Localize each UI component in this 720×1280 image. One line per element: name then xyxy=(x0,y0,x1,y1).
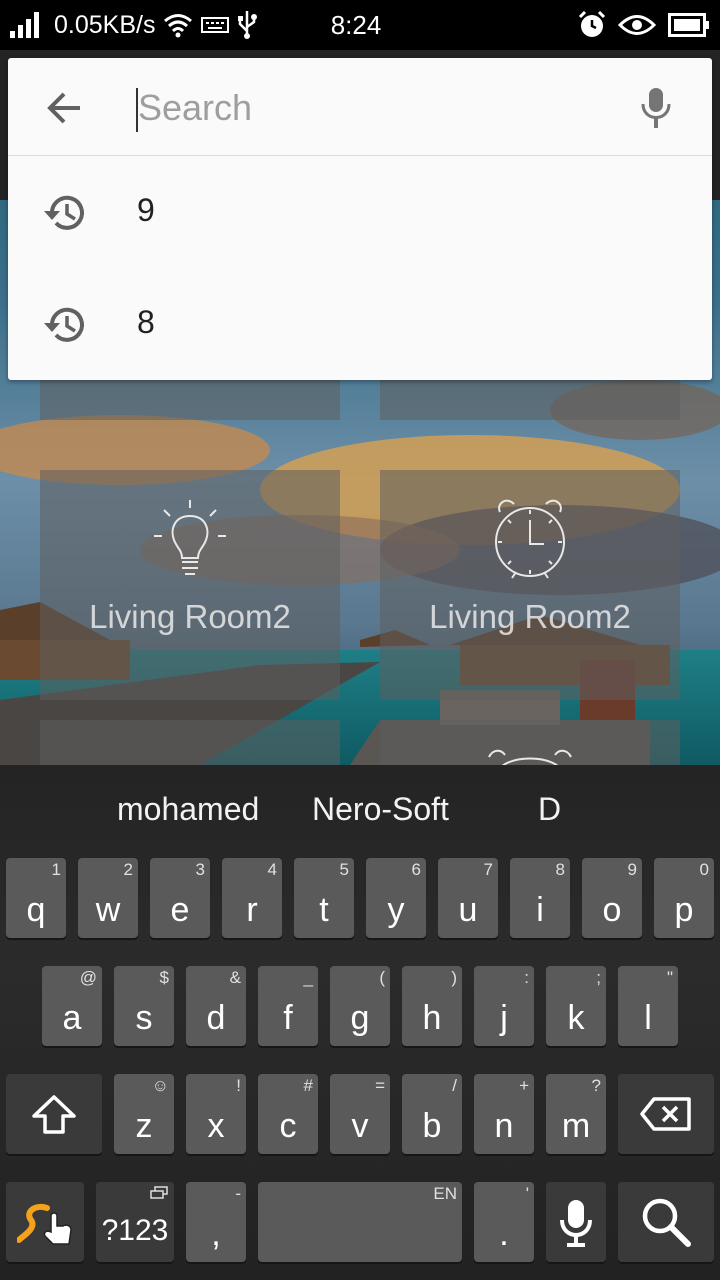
tile-label: Living Room2 xyxy=(429,598,631,635)
device-tile-living-room-alarm[interactable]: Living Room2 xyxy=(380,470,680,700)
alarm-clock-icon xyxy=(488,749,572,765)
search-action-key[interactable] xyxy=(618,1182,714,1262)
key-f[interactable]: _ f xyxy=(258,966,318,1046)
device-tile[interactable] xyxy=(380,720,680,765)
history-item-label: 9 xyxy=(137,192,155,228)
search-panel: 9 8 xyxy=(8,58,712,380)
device-tile-living-room-light[interactable]: Living Room2 xyxy=(40,470,340,700)
lightbulb-icon xyxy=(154,500,226,575)
key-k[interactable]: ; k xyxy=(546,966,606,1046)
search-input[interactable] xyxy=(136,80,608,136)
word-suggestion-bar: mohamed Nero-Soft D xyxy=(0,765,720,853)
key-m[interactable]: ? m xyxy=(546,1074,606,1154)
battery-icon xyxy=(668,13,709,37)
search-history-item[interactable]: 8 xyxy=(8,268,712,380)
key-comma[interactable]: -, xyxy=(186,1182,246,1262)
key-x[interactable]: ! x xyxy=(186,1074,246,1154)
symbols-key-label: ?123 xyxy=(101,1214,169,1247)
key-j[interactable]: :j xyxy=(474,966,534,1046)
key-c[interactable]: # c xyxy=(258,1074,318,1154)
eye-icon xyxy=(618,15,656,35)
search-history-item[interactable]: 9 xyxy=(8,156,712,268)
key-p[interactable]: 0p xyxy=(654,858,714,938)
voice-input-key[interactable] xyxy=(546,1182,606,1262)
alarm-icon xyxy=(578,11,606,37)
key-e[interactable]: 3e xyxy=(150,858,210,938)
key-v[interactable]: = v xyxy=(330,1074,390,1154)
key-u[interactable]: 7u xyxy=(438,858,498,938)
symbols-key[interactable]: ?123 xyxy=(96,1182,174,1262)
key-y[interactable]: 6y xyxy=(366,858,426,938)
history-item-label: 8 xyxy=(137,304,155,340)
status-bar: 0.05KB/s 8:24 xyxy=(0,0,720,50)
key-l[interactable]: " l xyxy=(618,966,678,1046)
history-icon xyxy=(44,195,84,230)
word-suggestion[interactable]: Nero-Soft xyxy=(312,791,449,828)
key-t[interactable]: 5t xyxy=(294,858,354,938)
key-r[interactable]: 4r xyxy=(222,858,282,938)
swype-logo-icon xyxy=(17,1204,72,1245)
layout-switch-icon xyxy=(150,1186,168,1199)
key-d[interactable]: & d xyxy=(186,966,246,1046)
device-tile[interactable] xyxy=(40,720,340,765)
tile-label: Living Room2 xyxy=(89,598,291,635)
key-q[interactable]: 1q xyxy=(6,858,66,938)
word-suggestion[interactable]: mohamed xyxy=(117,791,259,828)
key-s[interactable]: $ s xyxy=(114,966,174,1046)
key-h[interactable]: ) h xyxy=(402,966,462,1046)
history-icon xyxy=(44,307,84,342)
search-bar xyxy=(8,58,712,156)
microphone-icon[interactable] xyxy=(638,86,674,128)
key-i[interactable]: 8i xyxy=(510,858,570,938)
key-g[interactable]: (g xyxy=(330,966,390,1046)
key-a[interactable]: @ a xyxy=(42,966,102,1046)
shift-key[interactable] xyxy=(6,1074,102,1154)
shift-arrow-icon xyxy=(32,1095,76,1134)
space-key[interactable]: EN xyxy=(258,1182,462,1262)
text-cursor xyxy=(136,88,138,132)
key-w[interactable]: 2w xyxy=(78,858,138,938)
back-arrow-icon[interactable] xyxy=(42,86,86,130)
key-z[interactable]: ☺ z xyxy=(114,1074,174,1154)
key-n[interactable]: + n xyxy=(474,1074,534,1154)
key-period[interactable]: '. xyxy=(474,1182,534,1262)
key-o[interactable]: 9o xyxy=(582,858,642,938)
soft-keyboard: mohamed Nero-Soft D 1q 2w 3e 4r 5t 6y 7u… xyxy=(0,765,720,1280)
swype-key[interactable] xyxy=(6,1182,84,1262)
language-indicator: EN xyxy=(433,1184,457,1203)
alarm-clock-icon xyxy=(495,499,565,579)
key-b[interactable]: / b xyxy=(402,1074,462,1154)
backspace-key[interactable] xyxy=(618,1074,714,1154)
search-icon xyxy=(642,1198,691,1247)
word-suggestion[interactable]: D xyxy=(538,791,561,828)
backspace-icon xyxy=(640,1097,691,1131)
microphone-icon xyxy=(560,1200,592,1247)
